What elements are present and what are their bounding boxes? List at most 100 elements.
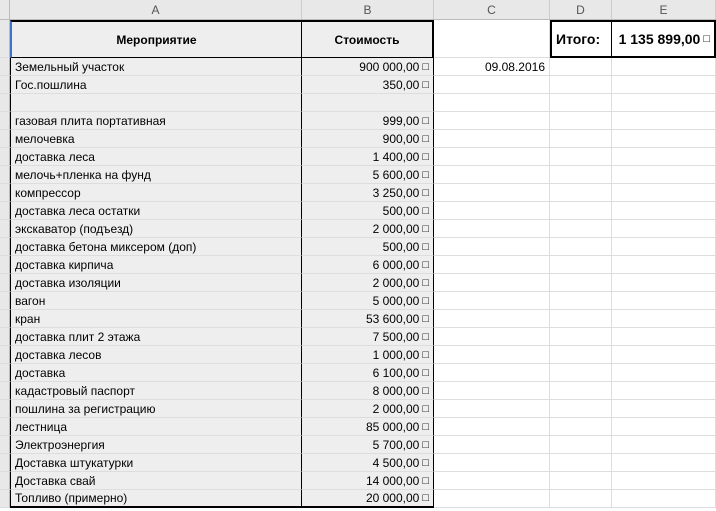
row-header[interactable] (0, 418, 10, 436)
cell-c[interactable] (434, 76, 550, 94)
item-cost[interactable]: 7 500,00□ (302, 328, 434, 346)
item-label[interactable]: вагон (10, 292, 302, 310)
cell-e[interactable] (612, 58, 716, 76)
cell-e[interactable] (612, 94, 716, 112)
col-header-e[interactable]: E (612, 0, 716, 19)
item-label[interactable]: кадастровый паспорт (10, 382, 302, 400)
row-header[interactable] (0, 292, 10, 310)
item-cost[interactable]: 900,00□ (302, 130, 434, 148)
item-label[interactable]: Электроэнергия (10, 436, 302, 454)
item-cost[interactable]: 350,00□ (302, 76, 434, 94)
item-cost[interactable]: 5 000,00□ (302, 292, 434, 310)
cell-c[interactable] (434, 256, 550, 274)
row-header[interactable] (0, 202, 10, 220)
col-header-b[interactable]: B (302, 0, 434, 19)
item-label[interactable]: газовая плита портативная (10, 112, 302, 130)
item-label[interactable]: пошлина за регистрацию (10, 400, 302, 418)
cell-e[interactable] (612, 112, 716, 130)
item-cost[interactable]: 53 600,00□ (302, 310, 434, 328)
cell-c[interactable] (434, 184, 550, 202)
item-label[interactable]: доставка леса остатки (10, 202, 302, 220)
cell-e[interactable] (612, 292, 716, 310)
item-cost[interactable] (302, 94, 434, 112)
cell-d[interactable] (550, 220, 612, 238)
cell-e[interactable] (612, 346, 716, 364)
row-header[interactable] (0, 346, 10, 364)
cell-d[interactable] (550, 274, 612, 292)
cell-c[interactable] (434, 400, 550, 418)
total-value[interactable]: 1 135 899,00 □ (612, 20, 716, 58)
row-header[interactable] (0, 310, 10, 328)
cell-c[interactable] (434, 148, 550, 166)
row-header[interactable] (0, 472, 10, 490)
row-header[interactable] (0, 166, 10, 184)
cell-e[interactable] (612, 166, 716, 184)
cell-e[interactable] (612, 76, 716, 94)
item-cost[interactable]: 900 000,00□ (302, 58, 434, 76)
cell-c[interactable] (434, 166, 550, 184)
spreadsheet[interactable]: A B C D E Мероприятие Стоимость Итого: 1… (0, 0, 716, 511)
row-header[interactable] (0, 130, 10, 148)
cell-c[interactable] (434, 238, 550, 256)
cell-c[interactable] (434, 220, 550, 238)
cell-d[interactable] (550, 400, 612, 418)
cell-c1[interactable] (434, 20, 550, 58)
item-cost[interactable]: 1 000,00□ (302, 346, 434, 364)
item-cost[interactable]: 2 000,00□ (302, 220, 434, 238)
row-header[interactable] (0, 490, 10, 508)
row-header[interactable] (0, 382, 10, 400)
cell-c[interactable]: 09.08.2016 (434, 58, 550, 76)
cell-c[interactable] (434, 292, 550, 310)
item-label[interactable]: доставка бетона миксером (доп) (10, 238, 302, 256)
item-label[interactable]: мелочевка (10, 130, 302, 148)
cell-e[interactable] (612, 436, 716, 454)
item-cost[interactable]: 8 000,00□ (302, 382, 434, 400)
item-cost[interactable]: 999,00□ (302, 112, 434, 130)
cell-d[interactable] (550, 58, 612, 76)
item-cost[interactable]: 85 000,00□ (302, 418, 434, 436)
row-header[interactable] (0, 184, 10, 202)
item-cost[interactable]: 2 000,00□ (302, 400, 434, 418)
item-label[interactable]: доставка изоляции (10, 274, 302, 292)
cell-e[interactable] (612, 382, 716, 400)
cell-d[interactable] (550, 436, 612, 454)
cell-e[interactable] (612, 454, 716, 472)
cell-c[interactable] (434, 364, 550, 382)
cell-e[interactable] (612, 310, 716, 328)
item-label[interactable]: Доставка штукатурки (10, 454, 302, 472)
cell-d[interactable] (550, 256, 612, 274)
cell-d[interactable] (550, 130, 612, 148)
row-header[interactable] (0, 436, 10, 454)
item-label[interactable]: мелочь+пленка на фунд (10, 166, 302, 184)
item-label[interactable]: экскаватор (подъезд) (10, 220, 302, 238)
item-label[interactable]: доставка леса (10, 148, 302, 166)
row-header[interactable] (0, 76, 10, 94)
cell-e[interactable] (612, 256, 716, 274)
cell-e[interactable] (612, 490, 716, 508)
cell-e[interactable] (612, 364, 716, 382)
row-header[interactable] (0, 256, 10, 274)
cell-c[interactable] (434, 130, 550, 148)
cell-e[interactable] (612, 328, 716, 346)
item-cost[interactable]: 2 000,00□ (302, 274, 434, 292)
cell-d[interactable] (550, 202, 612, 220)
cell-d[interactable] (550, 364, 612, 382)
cell-e[interactable] (612, 148, 716, 166)
item-label[interactable]: Гос.пошлина (10, 76, 302, 94)
cell-c[interactable] (434, 202, 550, 220)
row-header[interactable] (0, 454, 10, 472)
row-header[interactable] (0, 58, 10, 76)
item-label[interactable]: лестница (10, 418, 302, 436)
col-header-c[interactable]: C (434, 0, 550, 19)
cell-e[interactable] (612, 184, 716, 202)
cell-d[interactable] (550, 328, 612, 346)
item-label[interactable]: компрессор (10, 184, 302, 202)
cell-e[interactable] (612, 418, 716, 436)
item-cost[interactable]: 500,00□ (302, 238, 434, 256)
item-label[interactable]: доставка лесов (10, 346, 302, 364)
cell-e[interactable] (612, 400, 716, 418)
item-cost[interactable]: 3 250,00□ (302, 184, 434, 202)
row-header[interactable] (0, 112, 10, 130)
cell-c[interactable] (434, 346, 550, 364)
row-header[interactable] (0, 328, 10, 346)
